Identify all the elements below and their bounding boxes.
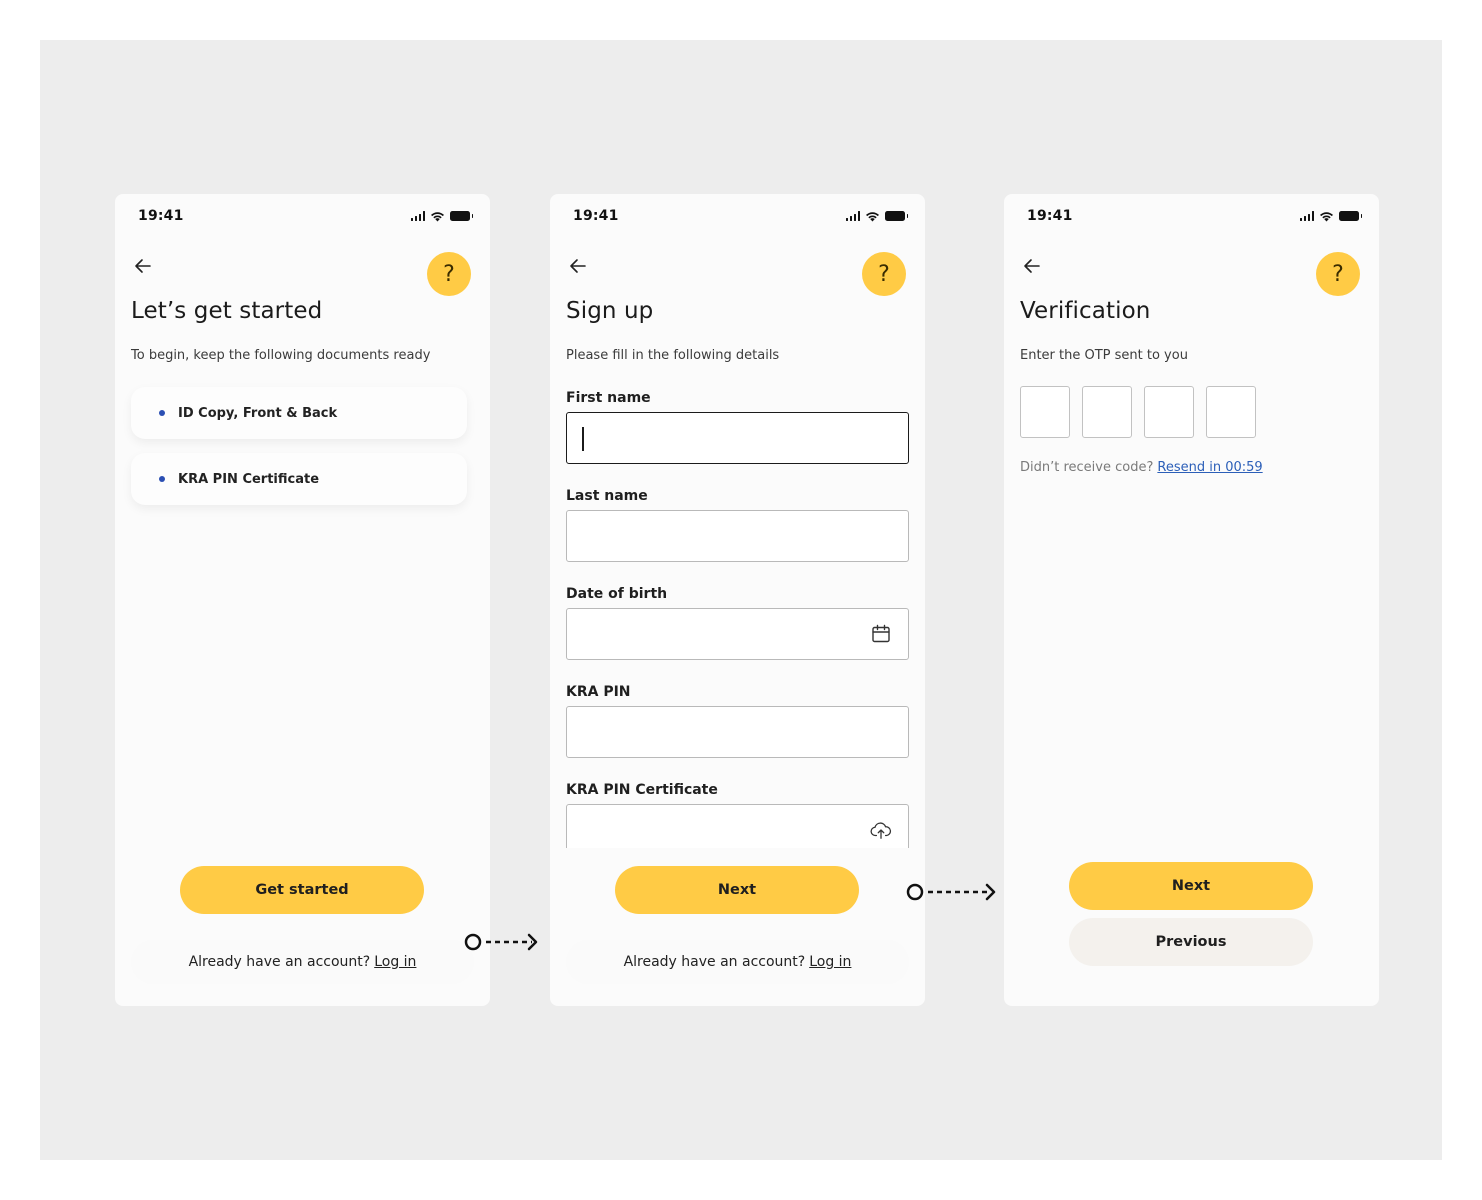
- kra-pin-certificate-upload[interactable]: [566, 804, 909, 848]
- help-button[interactable]: ?: [427, 252, 471, 296]
- signal-icon: [845, 211, 860, 221]
- text-caret: [582, 427, 584, 451]
- login-prompt-text: Already have an account?: [188, 954, 371, 970]
- resend-link[interactable]: Resend in 00:59: [1157, 460, 1262, 475]
- back-arrow-icon[interactable]: [1022, 256, 1042, 276]
- kra-pin-certificate-label: KRA PIN Certificate: [566, 782, 718, 798]
- otp-digit-input[interactable]: [1082, 386, 1132, 438]
- status-bar: 19:41: [115, 194, 490, 238]
- first-name-field[interactable]: [566, 412, 909, 464]
- page-subtitle: Please fill in the following details: [566, 348, 780, 363]
- next-button[interactable]: Next: [1069, 862, 1313, 910]
- login-prompt-text: Already have an account?: [623, 954, 806, 970]
- status-time: 19:41: [138, 208, 184, 224]
- status-time: 19:41: [1027, 208, 1073, 224]
- otp-digit-input[interactable]: [1020, 386, 1070, 438]
- bullet-icon: [159, 410, 165, 416]
- signal-icon: [1299, 211, 1314, 221]
- otp-digit-input[interactable]: [1206, 386, 1256, 438]
- first-name-label: First name: [566, 390, 651, 406]
- document-label: ID Copy, Front & Back: [178, 405, 338, 421]
- battery-icon: [885, 211, 908, 221]
- status-time: 19:41: [573, 208, 619, 224]
- wifi-icon: [866, 211, 879, 221]
- status-icons: [1299, 210, 1362, 222]
- screen-get-started: 19:41 ? Let’s get started To begin, keep…: [115, 194, 490, 1006]
- battery-icon: [1339, 211, 1362, 221]
- status-icons: [845, 210, 908, 222]
- signal-icon: [410, 211, 425, 221]
- flow-arrow-connector: [464, 933, 538, 951]
- date-of-birth-field[interactable]: [566, 608, 909, 660]
- help-button[interactable]: ?: [862, 252, 906, 296]
- previous-button[interactable]: Previous: [1069, 918, 1313, 966]
- calendar-icon[interactable]: [870, 623, 892, 645]
- page-title: Sign up: [566, 298, 654, 324]
- wifi-icon: [1320, 211, 1333, 221]
- back-arrow-icon[interactable]: [568, 256, 588, 276]
- status-bar: 19:41: [1004, 194, 1379, 238]
- login-prompt: Already have an account? Log in: [131, 940, 474, 984]
- document-card: ID Copy, Front & Back: [131, 387, 467, 439]
- page-title: Verification: [1020, 298, 1151, 324]
- screen-sign-up: 19:41 ? Sign up Please fill in the follo…: [550, 194, 925, 1006]
- scroll-clip: [550, 804, 925, 848]
- get-started-button[interactable]: Get started: [180, 866, 424, 914]
- screen-verification: 19:41 ? Verification Enter the OTP sent …: [1004, 194, 1379, 1006]
- page-subtitle: To begin, keep the following documents r…: [131, 348, 431, 363]
- cloud-upload-icon[interactable]: [870, 819, 892, 841]
- login-link[interactable]: Log in: [374, 954, 416, 970]
- status-icons: [410, 210, 473, 222]
- bullet-icon: [159, 476, 165, 482]
- resend-prompt: Didn’t receive code? Resend in 00:59: [1020, 460, 1263, 475]
- help-button[interactable]: ?: [1316, 252, 1360, 296]
- page-subtitle: Enter the OTP sent to you: [1020, 348, 1188, 363]
- kra-pin-field[interactable]: [566, 706, 909, 758]
- login-link[interactable]: Log in: [809, 954, 851, 970]
- back-arrow-icon[interactable]: [133, 256, 153, 276]
- kra-pin-label: KRA PIN: [566, 684, 631, 700]
- next-button[interactable]: Next: [615, 866, 859, 914]
- resend-prompt-text: Didn’t receive code?: [1020, 460, 1154, 475]
- otp-input-group: [1020, 386, 1256, 438]
- document-card: KRA PIN Certificate: [131, 453, 467, 505]
- last-name-field[interactable]: [566, 510, 909, 562]
- login-prompt: Already have an account? Log in: [566, 940, 909, 984]
- date-of-birth-label: Date of birth: [566, 586, 668, 602]
- last-name-label: Last name: [566, 488, 648, 504]
- document-label: KRA PIN Certificate: [178, 471, 320, 487]
- page-title: Let’s get started: [131, 298, 323, 324]
- otp-digit-input[interactable]: [1144, 386, 1194, 438]
- flow-arrow-connector: [906, 883, 996, 901]
- status-bar: 19:41: [550, 194, 925, 238]
- battery-icon: [450, 211, 473, 221]
- wifi-icon: [431, 211, 444, 221]
